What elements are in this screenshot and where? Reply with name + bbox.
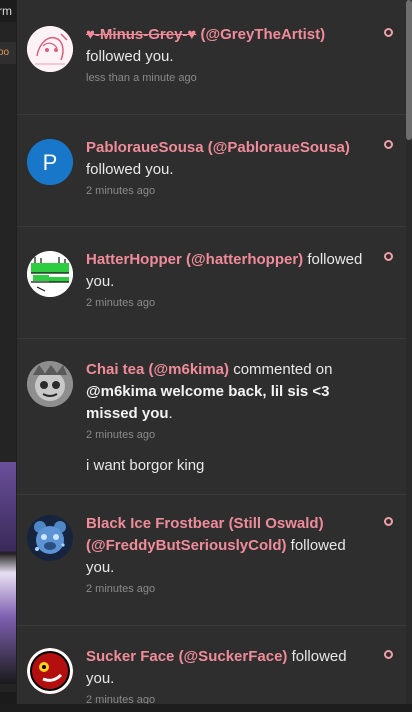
notification-time: 2 minutes ago bbox=[86, 185, 156, 197]
background-side-fragment: oo bbox=[0, 47, 10, 58]
notification-item[interactable]: Black Ice Frostbear (Still Oswald) (@Fre… bbox=[17, 495, 407, 626]
user-display-name: Sucker Face bbox=[86, 648, 175, 665]
background-side-link: oo bbox=[0, 42, 16, 64]
scrollbar-thumb[interactable] bbox=[406, 0, 412, 140]
notification-time: less than a minute ago bbox=[86, 72, 197, 84]
user-handle: (@SuckerFace) bbox=[178, 648, 288, 665]
notification-text: ♥-Minus-Grey-♥ (@GreyTheArtist) followed… bbox=[86, 24, 371, 68]
notification-content: ♥-Minus-Grey-♥ (@GreyTheArtist) followed… bbox=[86, 24, 371, 86]
comment-target-suffix: . bbox=[168, 405, 173, 422]
notification-item[interactable]: P PabloraueSousa (@PabloraueSousa) follo… bbox=[17, 115, 407, 227]
background-topbar: rm bbox=[0, 0, 16, 22]
user-link[interactable]: HatterHopper (@hatterhopper) bbox=[86, 251, 303, 268]
notifications-panel: ♥-Minus-Grey-♥ (@GreyTheArtist) followed… bbox=[16, 0, 407, 712]
unread-indicator[interactable] bbox=[384, 28, 393, 37]
notification-content: PabloraueSousa (@PabloraueSousa) followe… bbox=[86, 137, 371, 199]
notification-item[interactable]: Chai tea (@m6kima) commented on @m6kima … bbox=[17, 339, 407, 495]
user-link[interactable]: PabloraueSousa (@PabloraueSousa) bbox=[86, 139, 350, 156]
blue-bear-avatar-icon[interactable] bbox=[27, 515, 73, 561]
user-link[interactable]: Chai tea (@m6kima) bbox=[86, 361, 229, 378]
scrollbar-track[interactable] bbox=[406, 0, 412, 712]
unread-indicator[interactable] bbox=[384, 650, 393, 659]
notification-text: PabloraueSousa (@PabloraueSousa) followe… bbox=[86, 137, 371, 181]
grey-face-avatar-icon[interactable] bbox=[27, 361, 73, 407]
notification-content: Sucker Face (@SuckerFace) followed you. … bbox=[86, 646, 371, 708]
unread-indicator[interactable] bbox=[384, 517, 393, 526]
user-link[interactable]: ♥-Minus-Grey-♥ (@GreyTheArtist) bbox=[86, 26, 325, 43]
red-face-avatar-icon[interactable] bbox=[27, 648, 73, 694]
user-display-name: Black Ice Frostbear (Still Oswald) bbox=[86, 515, 324, 532]
notification-time: 2 minutes ago bbox=[86, 583, 156, 595]
user-display-name: HatterHopper bbox=[86, 251, 182, 268]
unread-indicator[interactable] bbox=[384, 140, 393, 149]
notification-content: Black Ice Frostbear (Still Oswald) (@Fre… bbox=[86, 513, 371, 597]
notification-item[interactable]: ♥-Minus-Grey-♥ (@GreyTheArtist) followed… bbox=[17, 0, 407, 115]
avatar-letter: P bbox=[43, 150, 58, 175]
user-link[interactable]: Sucker Face (@SuckerFace) bbox=[86, 648, 287, 665]
notification-time: 2 minutes ago bbox=[86, 297, 156, 309]
sketch-avatar-icon[interactable] bbox=[27, 26, 73, 72]
user-handle: (@PabloraueSousa) bbox=[207, 139, 350, 156]
green-hat-avatar-icon[interactable] bbox=[27, 251, 73, 297]
bottom-bar bbox=[0, 704, 412, 712]
notification-item[interactable]: HatterHopper (@hatterhopper) followed yo… bbox=[17, 227, 407, 339]
notification-text: HatterHopper (@hatterhopper) followed yo… bbox=[86, 249, 371, 293]
comment-message: i want borgor king bbox=[86, 457, 205, 474]
notification-action: followed you. bbox=[86, 161, 174, 178]
unread-indicator[interactable] bbox=[384, 252, 393, 261]
notification-time: 2 minutes ago bbox=[86, 429, 156, 441]
background-artwork bbox=[0, 462, 16, 684]
comment-target-link[interactable]: @m6kima welcome back, lil sis <3 missed … bbox=[86, 383, 330, 422]
user-handle: (@m6kima) bbox=[148, 361, 230, 378]
user-display-name: ♥-Minus-Grey-♥ bbox=[86, 26, 197, 43]
notification-text: Chai tea (@m6kima) commented on @m6kima … bbox=[86, 359, 371, 425]
notification-content: Chai tea (@m6kima) commented on @m6kima … bbox=[86, 359, 371, 477]
notification-item[interactable]: Sucker Face (@SuckerFace) followed you. … bbox=[17, 626, 407, 712]
background-page: rm oo bbox=[0, 0, 16, 712]
notification-text: Black Ice Frostbear (Still Oswald) (@Fre… bbox=[86, 513, 371, 579]
user-display-name: PabloraueSousa bbox=[86, 139, 204, 156]
user-handle: (@GreyTheArtist) bbox=[200, 26, 326, 43]
user-link[interactable]: Black Ice Frostbear (Still Oswald) (@Fre… bbox=[86, 515, 324, 554]
user-handle: (@FreddyButSeriouslyCold) bbox=[86, 537, 287, 554]
notification-action: followed you. bbox=[86, 48, 174, 65]
notification-action: commented on bbox=[233, 361, 333, 378]
user-display-name: Chai tea bbox=[86, 361, 145, 378]
background-top-fragment: rm bbox=[0, 4, 12, 18]
letter-avatar-icon[interactable]: P bbox=[27, 139, 73, 185]
user-handle: (@hatterhopper) bbox=[186, 251, 304, 268]
notification-text: Sucker Face (@SuckerFace) followed you. bbox=[86, 646, 371, 690]
notification-content: HatterHopper (@hatterhopper) followed yo… bbox=[86, 249, 371, 311]
